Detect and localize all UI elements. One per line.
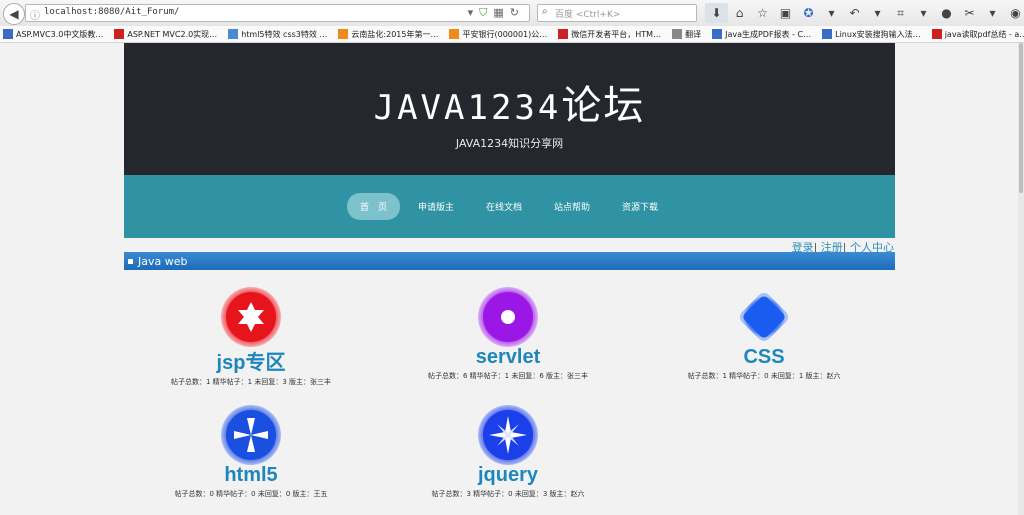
logo-cn-text: 论坛 xyxy=(561,83,646,129)
scissors-menu-icon[interactable]: ▾ xyxy=(981,3,1004,23)
nav-online-docs[interactable]: 在线文档 xyxy=(472,194,536,219)
shield-icon[interactable]: ⛉ xyxy=(479,6,493,19)
ring-icon[interactable] xyxy=(477,286,539,348)
nav-apply-moderator[interactable]: 申请版主 xyxy=(404,194,468,219)
bookmark-favicon-icon xyxy=(3,29,13,39)
site-subtitle: JAVA1234知识分享网 xyxy=(455,137,564,150)
pinwheel-icon[interactable] xyxy=(220,404,282,466)
bookmark-label: 微信开发者平台，HTM… xyxy=(571,29,662,39)
bookmark-label: 翻译 xyxy=(685,29,702,39)
bookmark-item[interactable]: 云南盐化:2015年第一… xyxy=(335,29,438,40)
bookmark-star-icon[interactable]: ☆ xyxy=(751,3,774,23)
board-name[interactable]: html5 xyxy=(141,464,361,487)
diamond-icon[interactable] xyxy=(733,286,795,348)
bookmark-favicon-icon xyxy=(338,29,349,39)
bookmark-item[interactable]: java读取pdf总结 - a… xyxy=(929,29,1024,40)
board-name[interactable]: CSS xyxy=(654,346,874,369)
board-name[interactable]: jquery xyxy=(398,464,618,487)
scrollbar-thumb[interactable] xyxy=(1019,43,1023,193)
board-card: CSS 帖子总数：1 精华帖子：0 未回复：1 版主：赵六 xyxy=(654,286,874,381)
bookmark-label: html5特效 css3特效 … xyxy=(241,29,328,39)
reload-icon[interactable]: ↻ xyxy=(510,6,525,19)
board-name[interactable]: servlet xyxy=(398,346,618,369)
search-icon: ⌕ xyxy=(542,6,548,17)
board-stats: 帖子总数：6 精华帖子：1 未回复：6 版主：张三丰 xyxy=(427,372,589,380)
site-header: JAVA1234论坛 JAVA1234知识分享网 xyxy=(124,43,895,175)
bookmark-item[interactable]: ASP.NET MVC2.0实现… xyxy=(111,29,217,40)
nav-home[interactable]: 首 页 xyxy=(346,193,400,220)
board-stats: 帖子总数：0 精华帖子：0 未回复：0 版主：王五 xyxy=(174,490,328,498)
logo-latin-text: JAVA1234 xyxy=(373,88,562,128)
bookmark-favicon-icon xyxy=(931,29,942,39)
home-icon[interactable]: ⌂ xyxy=(728,3,751,23)
info-icon: ⓘ xyxy=(30,11,40,22)
search-box[interactable]: ⌕ 百度 <Ctrl+K> xyxy=(537,4,697,22)
board-card: jquery 帖子总数：3 精华帖子：0 未回复：3 版主：赵六 xyxy=(398,404,618,499)
nav-site-help[interactable]: 站点帮助 xyxy=(540,194,604,219)
board-card: servlet 帖子总数：6 精华帖子：1 未回复：6 版主：张三丰 xyxy=(398,286,618,381)
nav-downloads[interactable]: 资源下载 xyxy=(608,194,672,219)
scrollbar[interactable] xyxy=(1018,43,1024,515)
main-nav: 首 页 申请版主 在线文档 站点帮助 资源下载 xyxy=(124,175,895,238)
bookmark-label: Java生成PDF报表 - C… xyxy=(725,29,812,39)
bookmark-favicon-icon xyxy=(558,29,569,39)
reader-icon[interactable]: ▣ xyxy=(774,3,797,23)
download-icon[interactable]: ⬇ xyxy=(705,3,728,23)
bookmark-label: java读取pdf总结 - a… xyxy=(944,29,1024,39)
bookmark-label: Linux安装搜狗输入法… xyxy=(835,29,921,39)
addon-menu-icon[interactable]: ▾ xyxy=(820,3,843,23)
section-title: Java web xyxy=(138,254,188,268)
bookmark-item[interactable]: 翻译 xyxy=(669,29,701,40)
bookmark-item[interactable]: html5特效 css3特效 … xyxy=(225,29,327,40)
address-bar[interactable]: ⓘ localhost:8080/Ait_Forum/ ▾⛉▦↻ xyxy=(25,4,530,22)
undo-menu-icon[interactable]: ▾ xyxy=(866,3,889,23)
bookmark-label: 云南盐化:2015年第一… xyxy=(351,29,439,39)
bookmark-item[interactable]: 微信开发者平台，HTM… xyxy=(555,29,661,40)
square-icon xyxy=(128,258,133,264)
bookmarks-bar: ASP.MVC3.0中文版教… ASP.NET MVC2.0实现… html5特效 … xyxy=(0,26,1024,43)
crop-menu-icon[interactable]: ▾ xyxy=(912,3,935,23)
back-button[interactable]: ◀ xyxy=(3,3,25,25)
bookmark-favicon-icon xyxy=(822,29,833,39)
bookmark-favicon-icon xyxy=(712,29,723,39)
board-stats: 帖子总数：1 精华帖子：1 未回复：3 版主：张三丰 xyxy=(170,378,332,386)
toolbar-icons: ⬇ ⌂ ☆ ▣ ✪ ▾ ↶ ▾ ⌗ ▾ ● ✂ ▾ ◉ ▾ ≡ xyxy=(705,3,1024,23)
qr-icon[interactable]: ▦ xyxy=(493,6,509,19)
bookmark-item[interactable]: Linux安装搜狗输入法… xyxy=(819,29,921,40)
chat-icon[interactable]: ● xyxy=(935,3,958,23)
address-url: localhost:8080/Ait_Forum/ xyxy=(44,7,180,17)
bookmark-item[interactable]: ASP.MVC3.0中文版教… xyxy=(0,29,103,40)
crop-icon[interactable]: ⌗ xyxy=(889,3,912,23)
board-name[interactable]: jsp专区 xyxy=(141,346,361,375)
spark-icon[interactable] xyxy=(477,404,539,466)
site-logo[interactable]: JAVA1234论坛 xyxy=(124,73,895,131)
address-bar-icons: ▾⛉▦↻ xyxy=(468,6,525,20)
bookmark-favicon-icon xyxy=(672,29,683,39)
bookmark-label: ASP.NET MVC2.0实现… xyxy=(127,29,218,39)
board-card: jsp专区 帖子总数：1 精华帖子：1 未回复：3 版主：张三丰 xyxy=(141,286,361,387)
bookmark-favicon-icon xyxy=(114,29,125,39)
board-stats: 帖子总数：3 精华帖子：0 未回复：3 版主：赵六 xyxy=(431,490,585,498)
bookmark-item[interactable]: Java生成PDF报表 - C… xyxy=(709,29,811,40)
undo-icon[interactable]: ↶ xyxy=(843,3,866,23)
dropdown-icon[interactable]: ▾ xyxy=(468,6,480,19)
back-arrow-icon: ◀ xyxy=(9,7,19,21)
browser-toolbar: ◀ ⓘ localhost:8080/Ait_Forum/ ▾⛉▦↻ ⌕ 百度 … xyxy=(0,0,1024,27)
addon-icon[interactable]: ✪ xyxy=(797,3,820,23)
board-stats: 帖子总数：1 精华帖子：0 未回复：1 版主：赵六 xyxy=(687,372,841,380)
star-icon[interactable] xyxy=(220,286,282,348)
bookmark-label: 平安银行(000001)公… xyxy=(462,29,548,39)
board-card: html5 帖子总数：0 精华帖子：0 未回复：0 版主：王五 xyxy=(141,404,361,499)
scissors-icon[interactable]: ✂ xyxy=(958,3,981,23)
bookmark-label: ASP.MVC3.0中文版教… xyxy=(16,29,104,39)
bookmark-favicon-icon xyxy=(228,29,239,39)
profile-icon[interactable]: ◉ xyxy=(1004,3,1024,23)
section-header: Java web xyxy=(124,252,895,270)
bookmark-item[interactable]: 平安银行(000001)公… xyxy=(446,29,547,40)
bookmark-favicon-icon xyxy=(449,29,460,39)
search-placeholder: 百度 <Ctrl+K> xyxy=(555,10,621,20)
